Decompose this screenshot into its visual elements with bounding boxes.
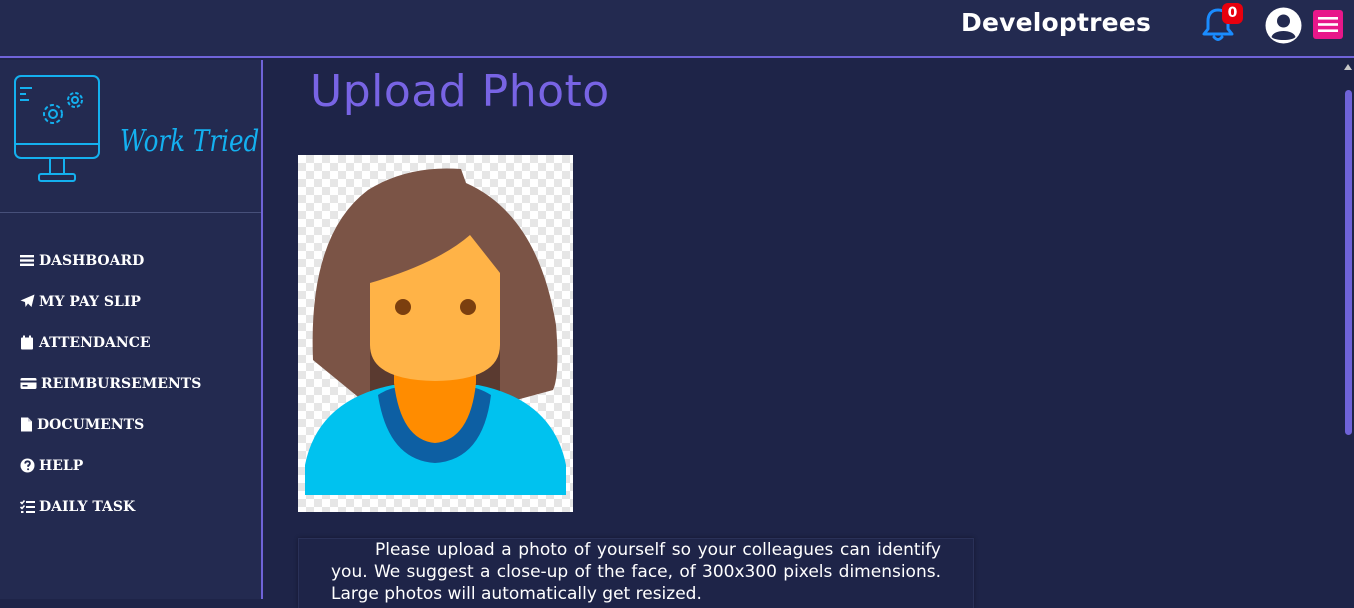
logo-text: Work Tried bbox=[120, 124, 260, 159]
question-circle-icon bbox=[20, 458, 35, 473]
sidebar-item-label: DOCUMENTS bbox=[37, 416, 145, 433]
company-name: Developtrees bbox=[961, 8, 1152, 37]
sidebar: Work Tried DASHBOARD MY PAY SLIP ATTENDA… bbox=[0, 60, 263, 599]
sidebar-divider bbox=[0, 212, 261, 213]
scrollbar-thumb[interactable] bbox=[1345, 90, 1352, 435]
notification-badge: 0 bbox=[1222, 3, 1243, 24]
task-list-icon bbox=[20, 499, 35, 513]
hamburger-menu-button[interactable] bbox=[1313, 10, 1343, 39]
female-avatar-icon bbox=[305, 168, 566, 495]
paper-plane-icon bbox=[20, 294, 35, 307]
upload-instructions-text: Please upload a photo of yourself so you… bbox=[331, 540, 941, 604]
bars-icon bbox=[20, 255, 34, 266]
sidebar-item-daily-task[interactable]: DAILY TASK bbox=[20, 486, 201, 527]
profile-photo-placeholder[interactable] bbox=[298, 155, 573, 512]
sidebar-item-reimbursements[interactable]: REIMBURSEMENTS bbox=[20, 363, 201, 404]
sidebar-item-label: HELP bbox=[39, 457, 84, 474]
sidebar-item-attendance[interactable]: ATTENDANCE bbox=[20, 322, 201, 363]
top-navbar: Developtrees 0 bbox=[0, 0, 1354, 58]
sidebar-item-label: ATTENDANCE bbox=[39, 334, 151, 351]
vertical-scrollbar[interactable] bbox=[1342, 60, 1354, 599]
page-title: Upload Photo bbox=[310, 66, 610, 117]
scroll-up-arrow-icon[interactable] bbox=[1344, 64, 1352, 70]
sidebar-item-label: DASHBOARD bbox=[39, 252, 145, 269]
sidebar-item-label: DAILY TASK bbox=[39, 498, 136, 515]
main-content: Upload Photo Please upload a photo of yo… bbox=[265, 60, 1342, 608]
user-avatar-icon[interactable] bbox=[1265, 7, 1302, 44]
credit-card-icon bbox=[20, 378, 37, 389]
sidebar-item-label: REIMBURSEMENTS bbox=[41, 375, 202, 392]
sidebar-nav: DASHBOARD MY PAY SLIP ATTENDANCE REIMBUR… bbox=[20, 240, 201, 527]
sidebar-item-dashboard[interactable]: DASHBOARD bbox=[20, 240, 201, 281]
file-icon bbox=[21, 417, 32, 432]
calendar-icon bbox=[21, 335, 33, 350]
sidebar-item-my-pay-slip[interactable]: MY PAY SLIP bbox=[20, 281, 201, 322]
sidebar-item-documents[interactable]: DOCUMENTS bbox=[20, 404, 201, 445]
sidebar-item-help[interactable]: HELP bbox=[20, 445, 201, 486]
monitor-gear-icon bbox=[14, 75, 100, 182]
upload-instructions-card: Please upload a photo of yourself so you… bbox=[298, 538, 974, 608]
sidebar-item-label: MY PAY SLIP bbox=[39, 293, 141, 310]
company-logo: Work Tried bbox=[12, 72, 259, 187]
